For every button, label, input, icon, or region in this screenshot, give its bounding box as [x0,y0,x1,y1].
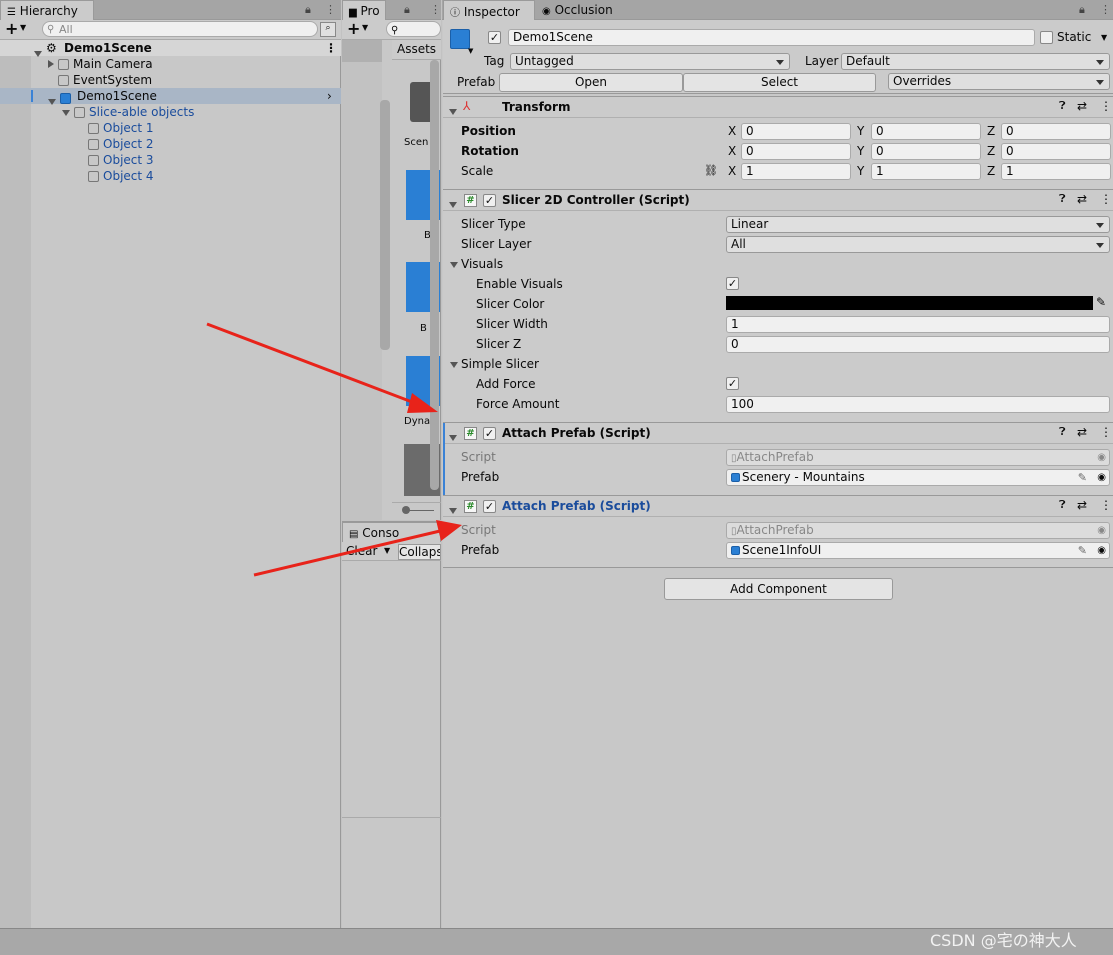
arrowhead [407,393,438,413]
arrowhead [436,520,462,541]
annotation-arrows [206,322,462,577]
arrow-line [253,529,441,577]
arrow-line [206,322,421,407]
